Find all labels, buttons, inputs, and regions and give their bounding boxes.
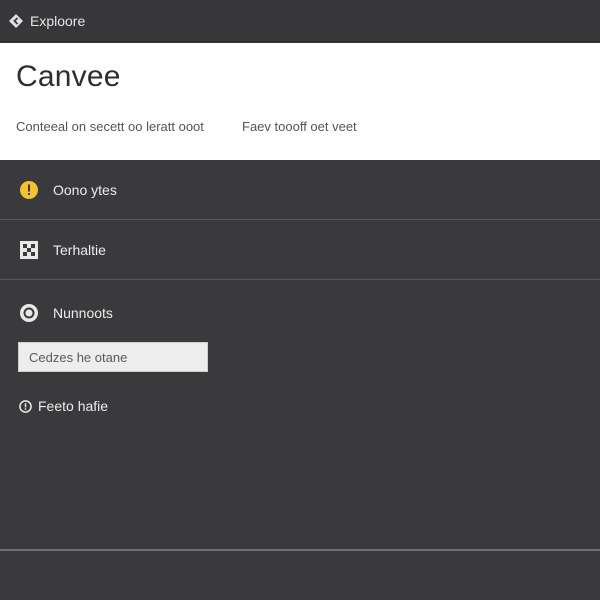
subtitle-right: Faev toooff oet veet (242, 119, 357, 134)
list-item[interactable]: Terhaltie (0, 220, 600, 280)
header-panel: Canvee Conteeal on secett oo leratt ooot… (0, 43, 600, 160)
top-bar: Exploore (0, 0, 600, 42)
list-item[interactable]: Oono ytes (0, 160, 600, 220)
footer-link-label: Feeto hafie (38, 398, 109, 414)
target-circle-icon (18, 302, 40, 324)
warning-dot-icon (18, 179, 40, 201)
list-item-label: Terhaltie (53, 241, 106, 258)
app-title: Exploore (30, 12, 86, 29)
grid-square-icon (18, 239, 40, 261)
section-item[interactable]: Nunnoots (18, 302, 113, 324)
text-input-field[interactable] (18, 342, 208, 372)
diamond-icon[interactable] (8, 13, 24, 29)
subtitle-left: Conteeal on secett oo leratt ooot (16, 119, 204, 134)
bottom-strip (0, 551, 600, 600)
info-circle-icon (18, 399, 32, 413)
section-item-label: Nunnoots (53, 305, 113, 321)
list-item-label: Oono ytes (53, 181, 117, 198)
footer-link[interactable]: Feeto hafie (18, 398, 108, 414)
page-title: Canvee (16, 60, 121, 93)
